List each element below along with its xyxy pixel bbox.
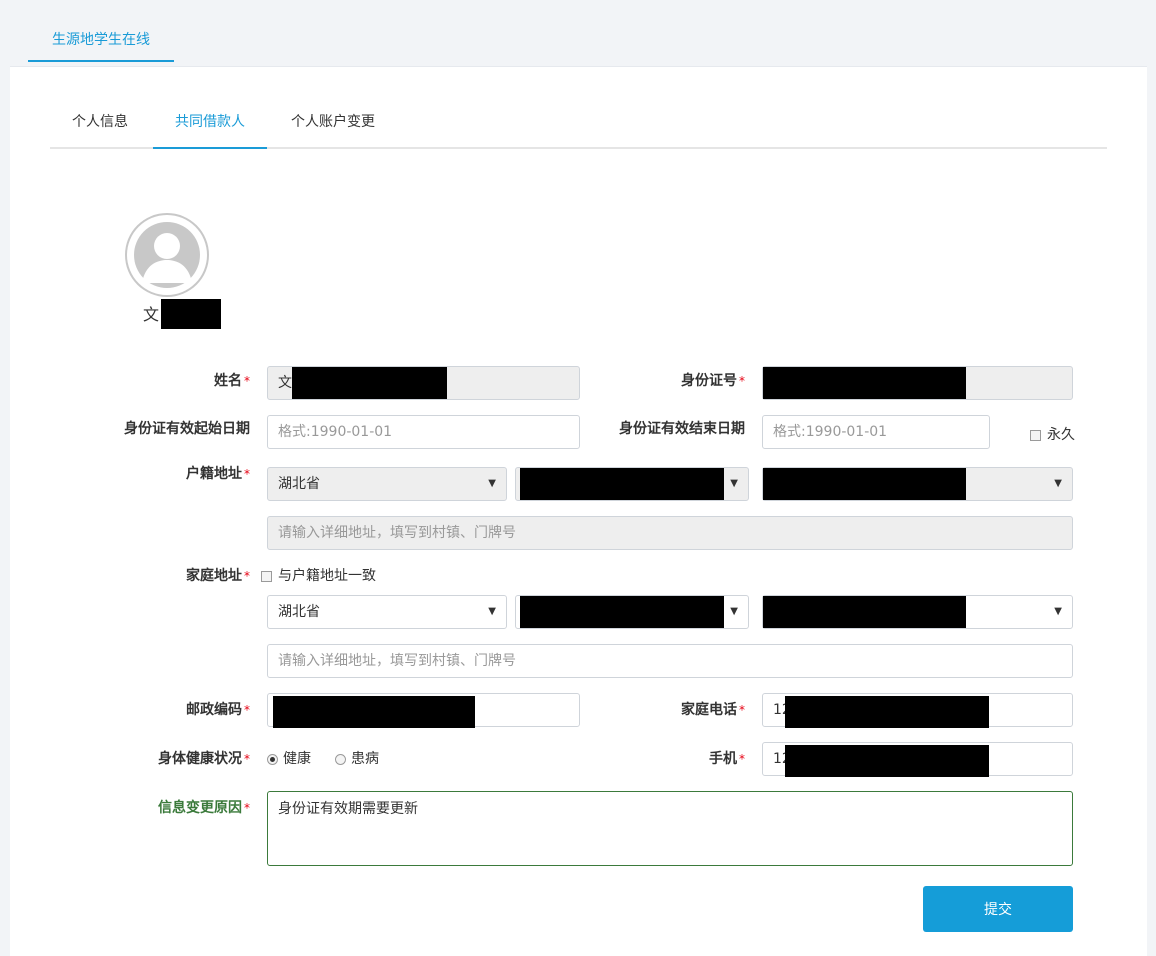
id-start-date-input[interactable]: 格式:1990-01-01 [267, 415, 580, 449]
redacted-block [161, 299, 221, 329]
id-end-date-label: 身份证有效结束日期 [619, 421, 745, 437]
radio-healthy[interactable] [267, 753, 278, 765]
redacted-block [520, 468, 724, 500]
chevron-down-icon: ▼ [488, 606, 496, 617]
chevron-down-icon: ▼ [1054, 478, 1062, 489]
home-address-label: 家庭地址 * [186, 568, 250, 584]
health-option-healthy[interactable]: 健康 [267, 749, 311, 769]
redacted-block [273, 696, 475, 728]
id-number-label: 身份证号 * [681, 373, 745, 389]
postal-code-label: 邮政编码 * [186, 702, 250, 718]
change-reason-textarea[interactable]: 身份证有效期需要更新 [267, 791, 1073, 866]
name-label: 姓名 * [214, 373, 250, 389]
home-province-select[interactable]: 湖北省 ▼ [267, 595, 507, 629]
redacted-block [763, 468, 966, 500]
chevron-down-icon: ▼ [1054, 606, 1062, 617]
same-as-hukou-option[interactable]: 与户籍地址一致 [261, 566, 376, 586]
profile-name: 文 [143, 305, 160, 324]
chevron-down-icon: ▼ [488, 478, 496, 489]
redacted-block [785, 696, 989, 728]
change-reason-label: 信息变更原因 * [158, 800, 250, 816]
tab-account-change[interactable]: 个人账户变更 [277, 97, 389, 147]
chevron-down-icon: ▼ [730, 478, 738, 489]
home-phone-label: 家庭电话 * [681, 702, 745, 718]
avatar [125, 213, 209, 297]
hukou-address-label: 户籍地址 * [186, 466, 250, 482]
health-option-ill[interactable]: 患病 [335, 749, 379, 769]
id-end-date-input[interactable]: 格式:1990-01-01 [762, 415, 990, 449]
id-start-date-label: 身份证有效起始日期 [124, 421, 250, 437]
tab-student-online[interactable]: 生源地学生在线 [28, 18, 174, 62]
chevron-down-icon: ▼ [730, 606, 738, 617]
radio-ill[interactable] [335, 753, 346, 765]
tab-co-borrower[interactable]: 共同借款人 [153, 97, 267, 149]
subtab-bar: 个人信息 共同借款人 个人账户变更 [50, 97, 1107, 149]
permanent-option[interactable]: 永久 [1030, 425, 1075, 445]
redacted-block [763, 367, 966, 399]
mobile-label: 手机 * [709, 751, 745, 767]
hukou-province-select[interactable]: 湖北省 ▼ [267, 467, 507, 501]
permanent-checkbox[interactable] [1030, 429, 1041, 441]
health-status-label: 身体健康状况 * [158, 751, 250, 767]
tab-personal-info[interactable]: 个人信息 [58, 97, 142, 147]
submit-button[interactable]: 提交 [923, 886, 1073, 932]
hukou-detail-input[interactable]: 请输入详细地址，填写到村镇、门牌号 [267, 516, 1073, 550]
redacted-block [785, 745, 989, 777]
same-as-hukou-checkbox[interactable] [261, 570, 272, 582]
redacted-block [520, 596, 724, 628]
main-panel: 个人信息 共同借款人 个人账户变更 文 姓名 * 文 身份证号 * 身份证有效起始日… [10, 66, 1147, 956]
redacted-block [763, 596, 966, 628]
home-detail-input[interactable]: 请输入详细地址，填写到村镇、门牌号 [267, 644, 1073, 678]
redacted-block [292, 367, 447, 399]
user-silhouette-icon [127, 215, 207, 295]
